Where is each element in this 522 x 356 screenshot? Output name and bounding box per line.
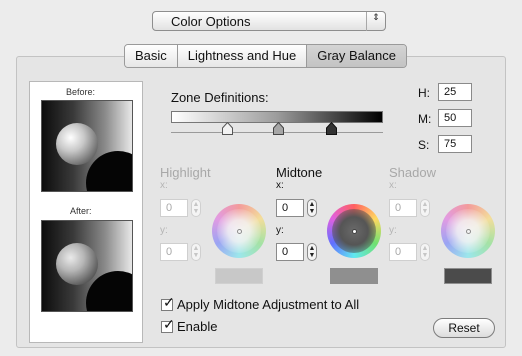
shadow-x-field[interactable]: 0 [389, 199, 417, 217]
m-label: M: [418, 112, 432, 126]
highlight-y-field[interactable]: 0 [160, 243, 188, 261]
before-label: Before: [66, 87, 96, 97]
shadow-x-stepper[interactable]: ▲ ▼ [420, 199, 430, 217]
highlight-x-stepper[interactable]: ▲ ▼ [191, 199, 201, 217]
midtone-color-wheel[interactable] [327, 204, 381, 258]
after-label: After: [70, 206, 92, 216]
shadow-swatch [444, 268, 492, 284]
shadow-y-field[interactable]: 0 [389, 243, 417, 261]
s-field[interactable]: 75 [438, 135, 472, 153]
tab-bar: Basic Lightness and Hue Gray Balance [124, 44, 407, 68]
reset-button[interactable]: Reset [433, 318, 495, 338]
h-label: H: [418, 86, 430, 100]
color-options-popup[interactable]: Color Options ⇕ [152, 11, 386, 31]
preview-box: Before: After: [29, 81, 143, 343]
midtone-x-label: x: [276, 180, 284, 191]
h-field[interactable]: 25 [438, 83, 472, 101]
highlight-y-label: y: [160, 225, 168, 236]
apply-midtone-label: Apply Midtone Adjustment to All [177, 297, 360, 312]
enable-label: Enable [177, 319, 218, 334]
shadow-color-wheel[interactable] [441, 204, 495, 258]
tab-basic[interactable]: Basic [125, 45, 178, 67]
highlight-y-stepper[interactable]: ▲ ▼ [191, 243, 201, 261]
shadow-y-stepper[interactable]: ▲ ▼ [420, 243, 430, 261]
highlight-color-wheel[interactable] [212, 204, 266, 258]
popup-value: Color Options [171, 14, 251, 29]
highlight-x-label: x: [160, 180, 168, 191]
shadow-y-label: y: [389, 225, 397, 236]
checkmark-icon: ✓ [163, 315, 175, 332]
apply-midtone-checkbox[interactable]: ✓ [161, 295, 175, 311]
tab-lightness-and-hue[interactable]: Lightness and Hue [177, 45, 308, 67]
m-field[interactable]: 50 [438, 109, 472, 127]
popup-arrows-icon: ⇕ [366, 12, 385, 31]
checkmark-icon: ✓ [163, 293, 175, 310]
enable-checkbox-row[interactable]: ✓ Enable [161, 317, 218, 334]
zone-thumb-shadow[interactable] [326, 122, 337, 135]
midtone-y-field[interactable]: 0 [276, 243, 304, 261]
midtone-x-stepper[interactable]: ▲ ▼ [307, 199, 317, 217]
shadow-x-label: x: [389, 180, 397, 191]
tab-gray-balance[interactable]: Gray Balance [307, 45, 406, 67]
midtone-x-field[interactable]: 0 [276, 199, 304, 217]
shadow-title: Shadow [389, 165, 436, 180]
midtone-y-label: y: [276, 225, 284, 236]
zone-definitions-label: Zone Definitions: [171, 90, 269, 105]
enable-checkbox[interactable]: ✓ [161, 317, 175, 333]
midtone-swatch [330, 268, 378, 284]
highlight-title: Highlight [160, 165, 211, 180]
midtone-y-stepper[interactable]: ▲ ▼ [307, 243, 317, 261]
zone-thumb-midtone[interactable] [273, 122, 284, 135]
highlight-swatch [215, 268, 263, 284]
before-preview [41, 100, 133, 192]
after-preview [41, 220, 133, 312]
highlight-x-field[interactable]: 0 [160, 199, 188, 217]
apply-midtone-checkbox-row[interactable]: ✓ Apply Midtone Adjustment to All [161, 295, 360, 312]
midtone-title: Midtone [276, 165, 323, 180]
s-label: S: [418, 138, 430, 152]
zone-thumb-highlight[interactable] [222, 122, 233, 135]
